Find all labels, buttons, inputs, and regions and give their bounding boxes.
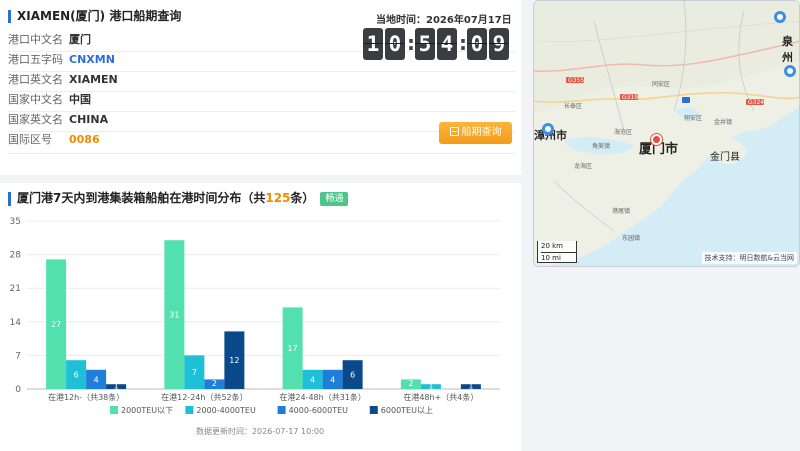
info-label: 港口英文名: [8, 73, 63, 86]
legend-label: 4000-6000TEU: [289, 406, 349, 415]
bar-value-label: 4: [310, 375, 315, 384]
info-value: 0086: [69, 133, 100, 146]
bar-value-label: 4: [330, 375, 335, 384]
status-badge: 畅通: [320, 192, 349, 206]
bar-value-label: 31: [169, 311, 179, 320]
clock-colon: :: [459, 31, 467, 55]
map-road-label: G319: [622, 94, 639, 101]
info-row-dial-code: 国际区号 0086: [8, 131, 100, 149]
chart-title: 厦门港7天内到港集装箱船舶在港时间分布（共125条） 畅通: [8, 191, 349, 206]
bar-value-label: 7: [192, 368, 197, 377]
clock-digit: 0: [385, 28, 405, 60]
bar-chart: 071421283527641在港12h-（共38条）317212在港12-24…: [10, 217, 500, 436]
chart-title-suffix: 条）: [290, 191, 315, 205]
scale-km: 20 km: [541, 241, 576, 253]
legend-swatch: [110, 406, 118, 414]
scale-mi: 10 mi: [541, 254, 561, 262]
info-label: 国际区号: [8, 133, 52, 146]
bar-value-label: 1: [468, 382, 473, 391]
map-pin-icon[interactable]: [542, 123, 554, 135]
schedule-query-label: 船期查询: [461, 127, 502, 138]
y-tick-label: 7: [15, 351, 21, 361]
map-pin-icon[interactable]: [774, 11, 786, 23]
legend-label: 6000TEU以上: [381, 406, 433, 415]
map-place-label: 角美镇: [592, 143, 611, 150]
map-place-label: 翔安区: [684, 115, 703, 122]
bar-value-label: 2: [212, 379, 217, 388]
schedule-query-button[interactable]: 船期查询: [439, 122, 512, 144]
map-place-label: 同安区: [652, 81, 671, 88]
bar-value-label: 1: [428, 382, 433, 391]
bar-value-label: 12: [229, 356, 239, 365]
clock-colon: :: [407, 31, 415, 55]
info-row-en-name: 港口英文名 XIAMEN: [8, 71, 118, 89]
map-place-label: 东园镇: [622, 235, 641, 242]
info-value: 中国: [69, 93, 91, 106]
berth-time-chart-card: 厦门港7天内到港集装箱船舶在港时间分布（共125条） 畅通 0 7 14 21 28 35 2…: [0, 183, 521, 451]
clock-digit: 1: [363, 28, 383, 60]
map-pin-icon[interactable]: [784, 65, 796, 77]
y-tick-label: 35: [10, 217, 21, 227]
clock-digit: 4: [437, 28, 457, 60]
map-scale-bar: 20 km 10 mi: [537, 241, 577, 263]
port-title: XIAMEN(厦门) 港口船期查询: [8, 10, 181, 23]
divider: [8, 153, 516, 154]
x-category-label: 在港48h+（共4条）: [403, 392, 478, 402]
info-row-country-en: 国家英文名 CHINA: [8, 111, 108, 129]
x-category-label: 在港12h-（共38条）: [48, 392, 124, 402]
chart-title-prefix: 厦门港7天内到港集装箱船舶在港时间分布（共: [17, 191, 266, 205]
map-attribution: 技术支持：明日数航&云当网: [701, 252, 797, 264]
legend-swatch: [185, 406, 194, 414]
bar-value-label: 27: [51, 320, 61, 329]
map-place-label: 港尾镇: [612, 208, 631, 215]
total-count: 125: [265, 191, 291, 205]
x-category-label: 在港24-48h（共31条）: [279, 392, 366, 402]
info-value: CNXMN: [69, 53, 115, 66]
local-time-label: 当地时间：2026年07月17日: [376, 15, 512, 26]
legend-swatch: [369, 406, 378, 414]
map-canvas[interactable]: [534, 1, 800, 267]
map-road-label: G324: [748, 99, 765, 106]
y-tick-label: 0: [15, 385, 21, 395]
legend-label: 2000-4000TEU: [196, 406, 256, 415]
port-location-pin-icon[interactable]: [651, 134, 662, 145]
bar-value-label: 6: [350, 371, 355, 380]
x-category-label: 在港12-24h（共52条）: [161, 392, 248, 402]
map-label-quanzhou: 泉州: [782, 35, 793, 64]
map-label-jinmen: 金门县: [710, 152, 740, 163]
calendar-icon: [449, 127, 459, 136]
y-tick-label: 21: [10, 284, 21, 294]
bar-value-label: 4: [94, 375, 99, 384]
info-label: 国家中文名: [8, 93, 63, 106]
port-map[interactable]: 漳州市 厦门市 金门县 泉州 G355 G319 G324 长泰区 同安区 翔安…: [533, 0, 800, 267]
info-row-code: 港口五字码 CNXMN: [8, 51, 115, 69]
bar-value-label: 1: [114, 382, 119, 391]
y-tick-label: 28: [10, 251, 22, 261]
bar-value-label: 17: [288, 344, 298, 353]
clock-digit: 5: [415, 28, 435, 60]
map-place-label: 海沧区: [614, 129, 633, 136]
clock-digit: 0: [467, 28, 487, 60]
info-row-cn-name: 港口中文名 厦门: [8, 31, 91, 49]
map-place-label: 金井镇: [714, 119, 733, 126]
clock-digit: 9: [489, 28, 509, 60]
map-place-label: 龙海区: [574, 163, 593, 170]
bar-value-label: 6: [74, 371, 79, 380]
map-place-label: 长泰区: [564, 103, 583, 110]
info-label: 港口五字码: [8, 53, 63, 66]
info-value: 厦门: [69, 33, 91, 46]
info-row-country-cn: 国家中文名 中国: [8, 91, 91, 109]
legend-label: 2000TEU以下: [121, 406, 173, 415]
map-road-label: G355: [568, 77, 585, 84]
y-tick-label: 14: [10, 318, 22, 328]
port-info-card: XIAMEN(厦门) 港口船期查询 港口中文名 厦门 港口五字码 CNXMN 港口英…: [0, 0, 521, 175]
info-label: 国家英文名: [8, 113, 63, 126]
info-value: CHINA: [69, 113, 109, 126]
info-value: XIAMEN: [69, 73, 118, 86]
bar-value-label: 2: [408, 379, 413, 388]
info-label: 港口中文名: [8, 33, 63, 46]
legend-swatch: [277, 406, 286, 414]
update-time: 数据更新时间：2026-07-17 10:00: [196, 426, 324, 436]
